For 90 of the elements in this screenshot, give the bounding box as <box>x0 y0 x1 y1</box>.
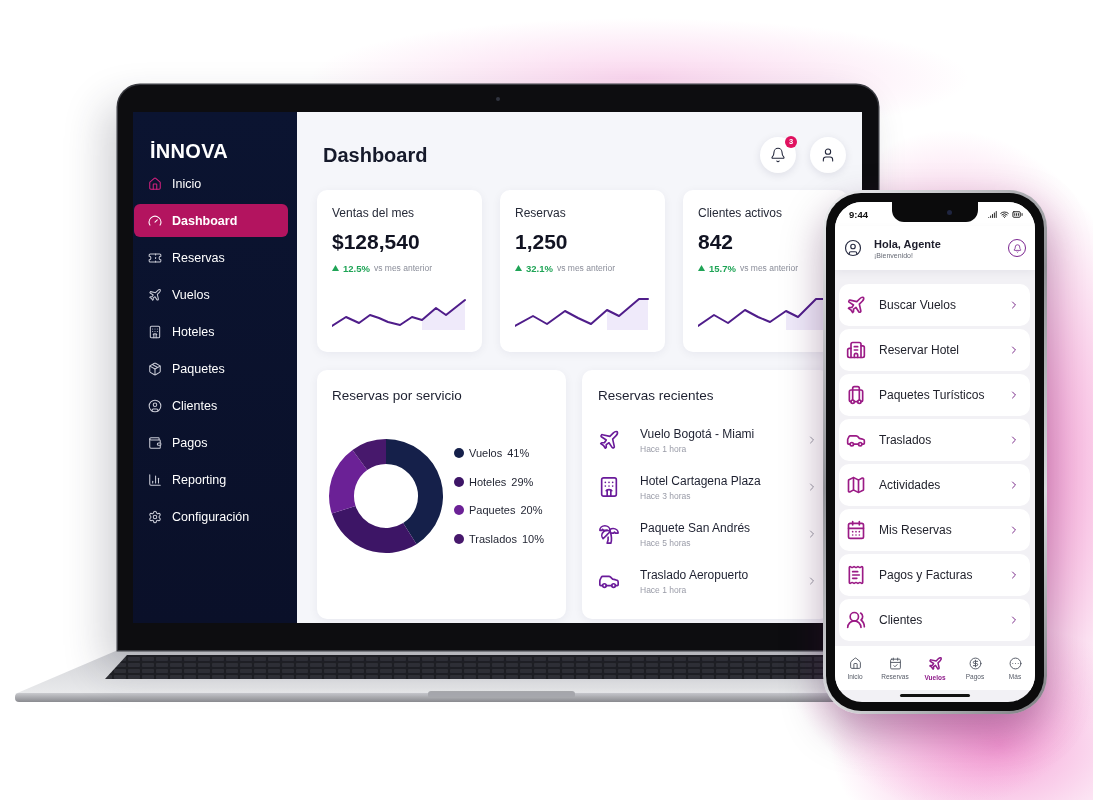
palm-tree-icon <box>598 523 620 545</box>
more-icon <box>1008 656 1022 670</box>
plane-icon <box>598 429 620 451</box>
legend-label: Paquetes <box>469 504 516 517</box>
plane-icon <box>846 295 866 315</box>
calendar-check-icon <box>888 656 902 670</box>
change-note: vs mes anterior <box>739 263 799 273</box>
legend-label: Traslados <box>469 532 517 545</box>
legend-value: 29% <box>511 475 534 488</box>
greeting: Hola, Agente <box>874 237 941 250</box>
sidebar-item[interactable]: Inicio <box>134 167 288 200</box>
menu-row[interactable]: Clientes <box>839 599 1030 641</box>
legend-value: 10% <box>521 532 544 545</box>
page-title: Dashboard <box>323 143 428 167</box>
plane-icon <box>148 287 162 302</box>
stat-title: Reservas <box>515 206 566 220</box>
status-time: 9:44 <box>849 208 868 220</box>
package-icon <box>148 361 162 376</box>
sidebar-item[interactable]: Paquetes <box>134 352 288 385</box>
change-note: vs mes anterior <box>556 263 616 273</box>
menu-row[interactable]: Mis Reservas <box>839 509 1030 551</box>
home-icon <box>848 656 862 670</box>
legend-value: 20% <box>520 504 543 517</box>
booking-time: Hace 5 horas <box>640 537 691 548</box>
card-title: Reservas por servicio <box>332 388 462 404</box>
change-percent: 32.1% <box>526 262 553 274</box>
booking-title: Paquete San Andrés <box>640 520 751 535</box>
map-icon <box>846 475 866 495</box>
sidebar-item[interactable]: Hoteles <box>134 315 288 348</box>
user-circle-icon <box>148 398 162 413</box>
bell-icon <box>770 147 786 163</box>
dollar-icon <box>968 656 982 670</box>
hotel-icon <box>148 324 162 339</box>
up-triangle-icon <box>515 265 522 271</box>
stat-title: Ventas del mes <box>332 206 415 220</box>
plane-icon <box>927 655 943 671</box>
users-icon <box>846 610 866 630</box>
change-percent: 12.5% <box>343 262 370 274</box>
chart-icon <box>148 472 162 487</box>
legend-label: Hoteles <box>469 475 507 488</box>
stat-value: 842 <box>698 229 734 254</box>
settings-icon <box>148 509 162 524</box>
booking-title: Hotel Cartagena Plaza <box>640 473 761 488</box>
wifi-icon <box>1000 209 1009 219</box>
battery-icon <box>1012 208 1023 220</box>
luggage-icon <box>846 385 866 405</box>
receipt-icon <box>846 565 866 585</box>
up-triangle-icon <box>332 265 339 271</box>
legend-value: 41% <box>507 447 530 460</box>
gauge-icon <box>148 213 162 228</box>
menu-row[interactable]: Pagos y Facturas <box>839 554 1030 596</box>
hotel-icon <box>598 476 620 498</box>
menu-row[interactable]: Paquetes Turísticos <box>839 374 1030 416</box>
up-triangle-icon <box>698 265 705 271</box>
wallet-icon <box>148 435 162 450</box>
home-indicator <box>900 694 970 697</box>
booking-title: Vuelo Bogotá - Miami <box>640 426 755 441</box>
sidebar-item[interactable]: Reservas <box>134 241 288 274</box>
sidebar-item[interactable]: Pagos <box>134 426 288 459</box>
profile-button[interactable] <box>810 137 846 173</box>
stat-value: $128,540 <box>332 229 420 254</box>
booking-time: Hace 1 hora <box>640 443 687 454</box>
booking-time: Hace 1 hora <box>640 584 687 595</box>
home-icon <box>148 176 162 191</box>
menu-row[interactable]: Actividades <box>839 464 1030 506</box>
booking-time: Hace 3 horas <box>640 490 691 501</box>
sidebar-item[interactable]: Reporting <box>134 463 288 496</box>
booking-title: Traslado Aeropuerto <box>640 567 749 582</box>
card-title: Reservas recientes <box>598 388 714 404</box>
camera-icon <box>947 209 952 215</box>
sidebar-item[interactable]: Configuración <box>134 500 288 533</box>
ticket-icon <box>148 250 162 265</box>
sidebar-item[interactable]: Vuelos <box>134 278 288 311</box>
stat-title: Clientes activos <box>698 206 783 220</box>
change-percent: 15.7% <box>709 262 736 274</box>
calendar-icon <box>846 520 866 540</box>
menu-row[interactable]: Reservar Hotel <box>839 329 1030 371</box>
signal-icon <box>988 209 997 219</box>
change-note: vs mes anterior <box>373 263 433 273</box>
user-avatar-icon <box>844 239 862 257</box>
user-icon <box>820 147 836 163</box>
stat-value: 1,250 <box>515 229 568 254</box>
logo: İNNOVA <box>150 140 229 162</box>
menu-row[interactable]: Buscar Vuelos <box>839 284 1030 326</box>
sidebar-item[interactable]: Clientes <box>134 389 288 422</box>
sidebar-item[interactable]: Dashboard <box>134 204 288 237</box>
menu-row[interactable]: Traslados <box>839 419 1030 461</box>
camera-icon <box>496 97 500 101</box>
legend-label: Vuelos <box>469 447 503 460</box>
building-icon <box>846 340 866 360</box>
